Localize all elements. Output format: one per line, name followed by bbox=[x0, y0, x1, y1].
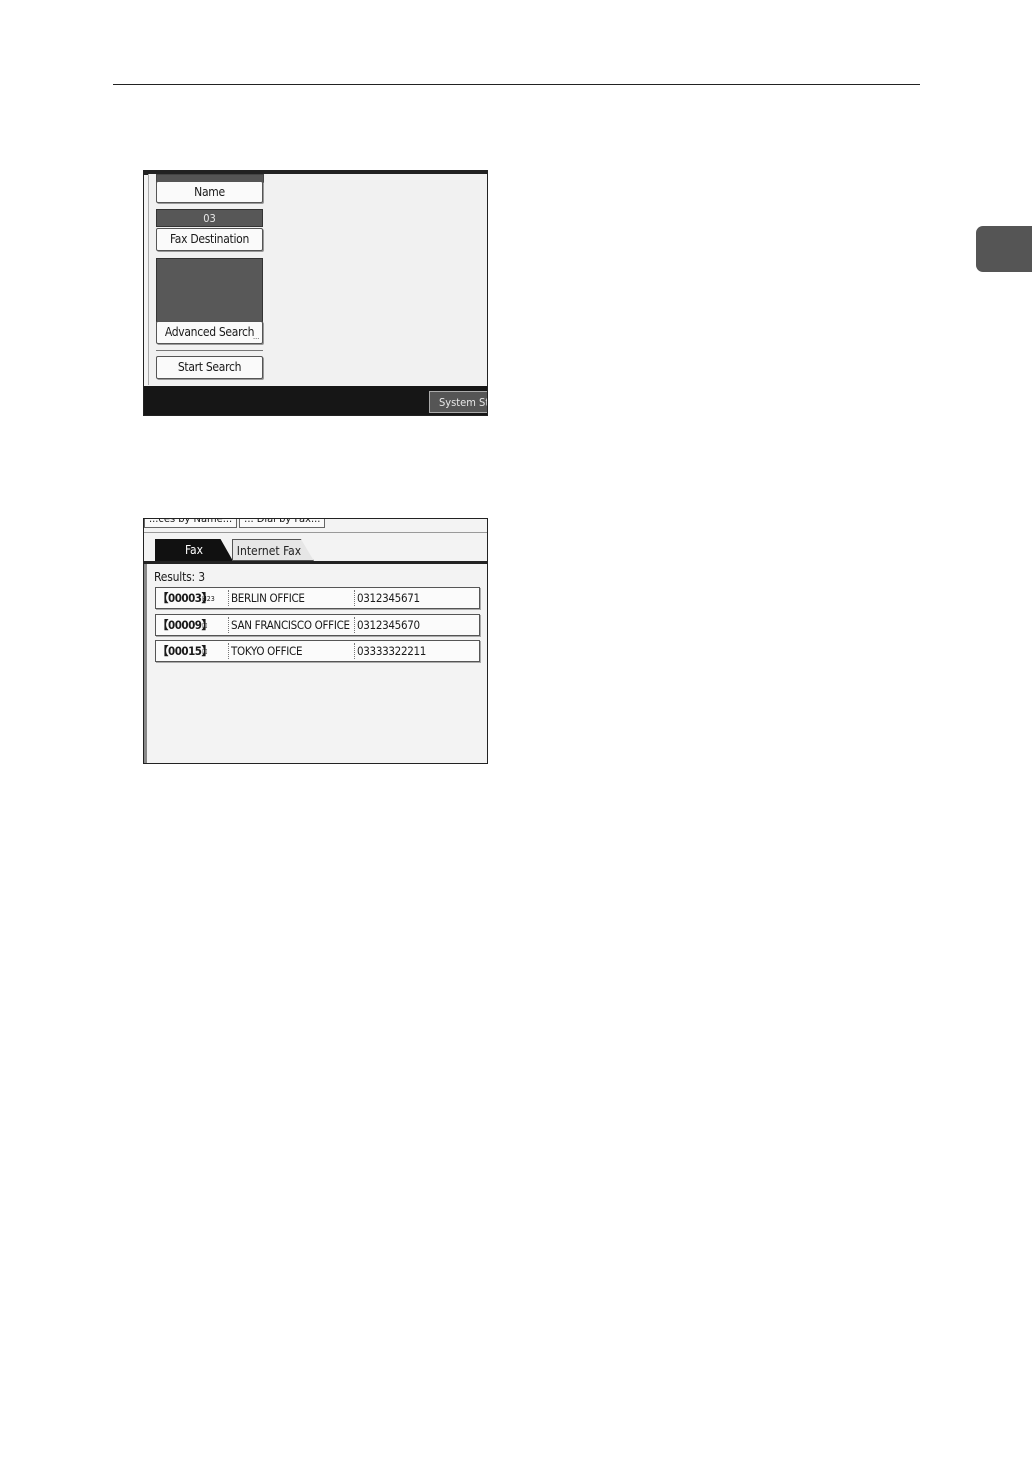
header-rule bbox=[113, 84, 920, 85]
search-panel-screenshot: Name 03 Fax Destination Advanced Search … bbox=[143, 170, 488, 416]
system-status-button[interactable]: System Statu bbox=[429, 391, 487, 413]
result-type-icon: ☐ bbox=[202, 622, 208, 630]
result-row[interactable]: 【00009】 ☐ SAN FRANCISCO OFFICE 031234567… bbox=[155, 614, 480, 636]
divider bbox=[156, 350, 263, 351]
result-type-icon: H23 bbox=[202, 595, 215, 603]
fax-destination-value: 03 bbox=[156, 209, 263, 227]
left-border bbox=[144, 564, 147, 763]
search-results-screenshot: ...ces by Name...... Dial by Fax... Fax … bbox=[143, 518, 488, 764]
divider bbox=[354, 617, 355, 633]
fax-destination-button[interactable]: Fax Destination bbox=[156, 228, 263, 251]
divider bbox=[228, 590, 229, 606]
divider bbox=[354, 643, 355, 659]
result-type-icon: ☐ bbox=[202, 648, 208, 656]
divider bbox=[228, 617, 229, 633]
result-row[interactable]: 【00003】 H23 BERLIN OFFICE 0312345671 bbox=[155, 587, 480, 609]
results-count: Results: 3 bbox=[154, 570, 205, 584]
ellipsis-icon: … bbox=[253, 333, 259, 341]
divider bbox=[228, 643, 229, 659]
advanced-search-display bbox=[156, 258, 263, 322]
cut-off-tabs: ...ces by Name...... Dial by Fax... bbox=[144, 519, 327, 529]
result-name: SAN FRANCISCO OFFICE bbox=[231, 618, 350, 632]
advanced-search-label: Advanced Search bbox=[164, 325, 255, 339]
result-number: 03333322211 bbox=[357, 644, 427, 658]
tab-underline bbox=[144, 561, 487, 564]
chapter-tab bbox=[976, 226, 1032, 272]
result-number: 0312345670 bbox=[357, 618, 420, 632]
tab-fax[interactable]: Fax bbox=[155, 539, 233, 561]
result-name: TOKYO OFFICE bbox=[231, 644, 303, 658]
header-divider bbox=[144, 532, 487, 533]
cut-tab-2[interactable]: ... Dial by Fax... bbox=[239, 519, 326, 528]
result-number: 0312345671 bbox=[357, 591, 420, 605]
result-row[interactable]: 【00015】 ☐ TOKYO OFFICE 03333322211 bbox=[155, 640, 480, 662]
divider bbox=[354, 590, 355, 606]
start-search-button[interactable]: Start Search bbox=[156, 356, 263, 379]
advanced-search-button[interactable]: Advanced Search … bbox=[156, 321, 263, 344]
name-button[interactable]: Name bbox=[156, 181, 263, 203]
tab-internet-fax[interactable]: Internet Fax bbox=[232, 539, 314, 561]
cut-tab-1[interactable]: ...ces by Name... bbox=[144, 519, 238, 528]
result-name: BERLIN OFFICE bbox=[231, 591, 305, 605]
